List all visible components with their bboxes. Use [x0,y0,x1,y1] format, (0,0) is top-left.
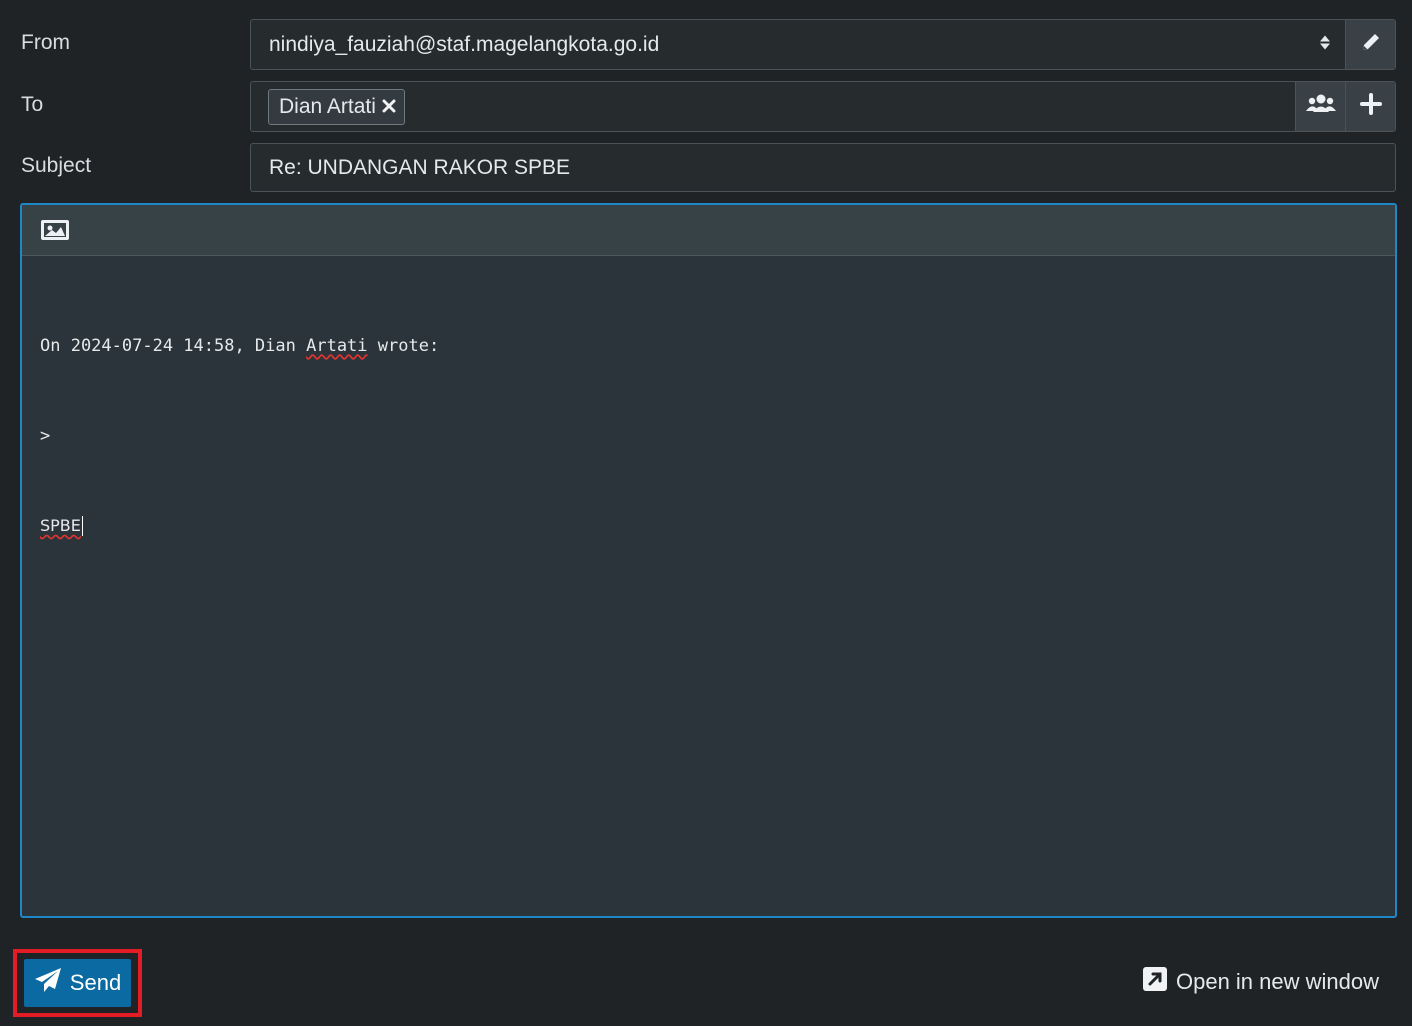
add-recipient-button[interactable] [1345,82,1395,131]
external-link-icon [1142,966,1168,998]
editor-body[interactable]: On 2024-07-24 14:58, Dian Artati wrote: … [40,271,439,601]
plus-icon [1359,93,1382,120]
send-button[interactable]: Send [24,959,131,1007]
misspelled-word: Artati [306,336,368,356]
to-label: To [21,93,44,116]
body-text-line: SPBE [40,516,83,536]
recipient-name: Dian Artati [279,95,376,118]
recipient-chip: Dian Artati [268,89,405,125]
from-label: From [21,31,70,54]
addressbook-button[interactable] [1295,82,1345,131]
subject-label: Subject [21,154,92,177]
message-editor[interactable]: On 2024-07-24 14:58, Dian Artati wrote: … [20,203,1397,918]
open-in-new-window-link[interactable]: Open in new window [1142,966,1379,998]
pencil-icon [1359,30,1383,59]
from-select[interactable]: nindiya_fauziah@staf.magelangkota.go.id [250,19,1396,70]
subject-value: Re: UNDANGAN RAKOR SPBE [269,155,571,179]
send-highlight: Send [13,949,142,1017]
editor-toolbar [22,205,1395,256]
to-field[interactable]: Dian Artati [250,81,1396,132]
close-icon[interactable] [382,95,396,119]
edit-identity-button[interactable] [1345,20,1395,69]
image-icon[interactable] [40,219,70,246]
sort-icon [1319,33,1331,56]
open-window-label: Open in new window [1175,969,1379,994]
send-label: Send [69,970,122,995]
from-value: nindiya_fauziah@staf.magelangkota.go.id [269,32,660,56]
subject-input[interactable]: Re: UNDANGAN RAKOR SPBE [250,143,1396,192]
quote-header: On 2024-07-24 14:58, Dian Artati wrote: [40,336,440,356]
text-cursor [81,516,83,536]
users-icon [1305,93,1336,120]
paper-plane-icon [34,967,62,999]
quote-marker: > [40,426,51,446]
